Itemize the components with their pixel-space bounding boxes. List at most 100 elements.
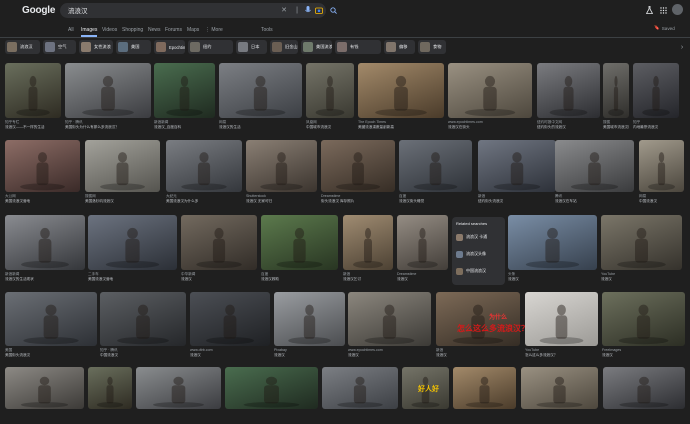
tab-forums[interactable]: Forums <box>165 27 182 33</box>
result-thumbnail[interactable] <box>348 292 431 346</box>
result-thumbnail[interactable] <box>525 292 598 346</box>
labs-icon[interactable] <box>644 5 654 15</box>
result-thumbnail[interactable] <box>399 140 472 192</box>
image-result[interactable] <box>453 367 516 424</box>
result-thumbnail[interactable] <box>478 140 556 192</box>
image-result[interactable]: 知乎 · 腾讯 中国流浪汉 <box>100 292 186 361</box>
filter-chip[interactable]: 旧金山 <box>270 40 298 54</box>
result-thumbnail[interactable] <box>555 140 634 192</box>
result-title[interactable]: 怎么这么多流浪汉？ <box>525 353 598 358</box>
image-result[interactable]: 搜狐美国城市流浪汉问题 <box>603 63 629 133</box>
result-thumbnail[interactable] <box>603 367 685 409</box>
result-title[interactable]: 流浪汉 <box>436 353 520 358</box>
image-result[interactable]: 知乎专栏 流浪汉——不一样的生活 <box>5 63 61 133</box>
google-logo[interactable]: Google <box>22 5 55 16</box>
result-thumbnail[interactable] <box>322 367 398 409</box>
image-result[interactable]: 网易 流浪汉的生活 <box>219 63 302 133</box>
tab-all[interactable]: All <box>68 27 74 33</box>
image-result[interactable]: www.epochtimes.com 流浪汉在街头 <box>448 63 532 133</box>
filter-chip[interactable]: 偏移 <box>384 40 415 54</box>
tab-tools[interactable]: Tools <box>261 27 273 33</box>
result-thumbnail[interactable] <box>306 63 354 118</box>
result-title[interactable]: 美国流浪汉为什么多 <box>166 199 242 204</box>
image-result[interactable]: FreeImages 流浪汉 <box>602 292 685 361</box>
image-result[interactable]: 百度 流浪汉街头睡觉 <box>399 140 472 207</box>
saved-link[interactable]: 🔖 Saved <box>654 25 675 31</box>
image-result[interactable]: 腾讯 流浪汉在车站 <box>555 140 634 207</box>
image-result[interactable]: Shutterstock 流浪汉 无家可归 <box>246 140 317 207</box>
result-thumbnail[interactable] <box>181 215 257 270</box>
image-result[interactable]: 搜狐网 美国洛杉矶流浪汉 <box>85 140 160 207</box>
image-result[interactable] <box>88 367 132 424</box>
result-title[interactable]: 流浪汉在街头 <box>448 125 532 130</box>
result-title[interactable]: 流浪汉救助 <box>261 277 338 282</box>
image-result[interactable]: Pixabay 流浪汉 <box>274 292 345 361</box>
result-thumbnail[interactable] <box>225 367 318 409</box>
result-thumbnail[interactable] <box>166 140 242 192</box>
result-title[interactable]: 美国流浪汉营地 <box>88 277 177 282</box>
result-thumbnail[interactable] <box>136 367 221 409</box>
result-title[interactable]: 美国城市流浪汉问题 <box>603 125 629 130</box>
image-result[interactable]: www.epochtimes.com 流浪汉 <box>348 292 431 361</box>
image-result[interactable]: 新浪 纽约街头流浪汉 <box>478 140 556 207</box>
image-result[interactable]: 新浪 流浪汉乞讨 <box>343 215 393 285</box>
result-title[interactable]: 流浪汉——不一样的生活 <box>5 125 61 130</box>
search-input[interactable]: 流浪汉 <box>68 5 88 15</box>
chevron-right-icon[interactable]: › <box>677 42 687 52</box>
result-title[interactable]: 流浪汉 <box>190 353 270 358</box>
result-thumbnail[interactable] <box>5 140 80 192</box>
related-search-item[interactable]: 流浪汉头像 <box>456 250 486 258</box>
tab-maps[interactable]: Maps <box>187 27 199 33</box>
result-thumbnail[interactable] <box>88 215 177 270</box>
image-result[interactable]: 百度 流浪汉救助 <box>261 215 338 285</box>
result-thumbnail[interactable] <box>5 292 97 346</box>
image-result[interactable]: 网易 中国流浪汉 <box>639 140 684 207</box>
related-search-item[interactable]: 中国流浪汉 <box>456 267 486 275</box>
image-result[interactable]: Dreamstime 流浪汉 <box>397 215 448 285</box>
image-result[interactable]: 知乎 内地最惨流浪汉 <box>633 63 679 133</box>
filter-chip[interactable]: 美国 <box>116 40 151 54</box>
filter-chip[interactable]: 美国流浪 <box>301 40 332 54</box>
image-result[interactable]: www.dtrb.com 流浪汉 <box>190 292 270 361</box>
result-thumbnail[interactable] <box>154 63 215 118</box>
filter-chip[interactable]: 纽约 <box>188 40 233 54</box>
image-result[interactable] <box>5 367 84 424</box>
result-title[interactable]: 美國流浪漢數量創新高 <box>358 125 444 130</box>
result-title[interactable]: 美国街头流浪汉 <box>5 353 97 358</box>
image-result[interactable]: 知乎 · 腾讯 美国街头为什么有那么多流浪汉？ <box>65 63 151 133</box>
image-result[interactable] <box>225 367 318 424</box>
result-title[interactable]: 流浪汉 <box>601 277 682 282</box>
image-result[interactable]: YouTube 怎么这么多流浪汉？ <box>525 292 598 361</box>
result-title[interactable]: 流浪汉街头睡觉 <box>399 199 472 204</box>
result-thumbnail[interactable] <box>448 63 532 118</box>
result-thumbnail[interactable] <box>358 63 444 118</box>
result-title[interactable]: 美国洛杉矶流浪汉 <box>85 199 160 204</box>
image-result[interactable]: 大公网 美国流浪汉营地 <box>5 140 80 207</box>
result-thumbnail[interactable] <box>5 63 61 118</box>
image-result[interactable]: 纽约时报中文网 纽约街头的流浪汉 <box>537 63 600 133</box>
result-title[interactable]: 中国流浪汉 <box>639 199 684 204</box>
result-thumbnail[interactable] <box>274 292 345 346</box>
result-thumbnail[interactable] <box>508 215 597 270</box>
result-thumbnail[interactable] <box>521 367 598 409</box>
image-result[interactable]: 凤凰网 中国城市流浪汉 <box>306 63 354 133</box>
result-thumbnail[interactable] <box>639 140 684 192</box>
result-title[interactable]: 美国街头为什么有那么多流浪汉？ <box>65 125 151 130</box>
filter-chip[interactable]: 空气 <box>43 40 76 54</box>
tab-more[interactable]: ⋮ More <box>205 27 223 33</box>
result-title[interactable]: 美国流浪汉营地 <box>5 199 80 204</box>
image-result[interactable] <box>521 367 598 424</box>
result-title[interactable]: 纽约街头流浪汉 <box>478 199 556 204</box>
result-thumbnail[interactable] <box>602 292 685 346</box>
result-thumbnail[interactable] <box>343 215 393 270</box>
result-title[interactable]: 流浪汉_百度百科 <box>154 125 215 130</box>
result-title[interactable]: 流浪汉 <box>348 353 431 358</box>
image-result[interactable] <box>322 367 398 424</box>
result-thumbnail[interactable] <box>397 215 448 270</box>
image-result[interactable]: 美国 美国街头流浪汉 <box>5 292 97 361</box>
result-title[interactable]: 流浪汉 <box>181 277 257 282</box>
result-title[interactable]: 街头流浪汉 库存照片 <box>321 199 395 204</box>
related-search-item[interactable]: 流浪汉 卡通 <box>456 233 487 241</box>
image-result[interactable]: YouTube 流浪汉 <box>601 215 682 285</box>
result-title[interactable]: 流浪汉在车站 <box>555 199 634 204</box>
